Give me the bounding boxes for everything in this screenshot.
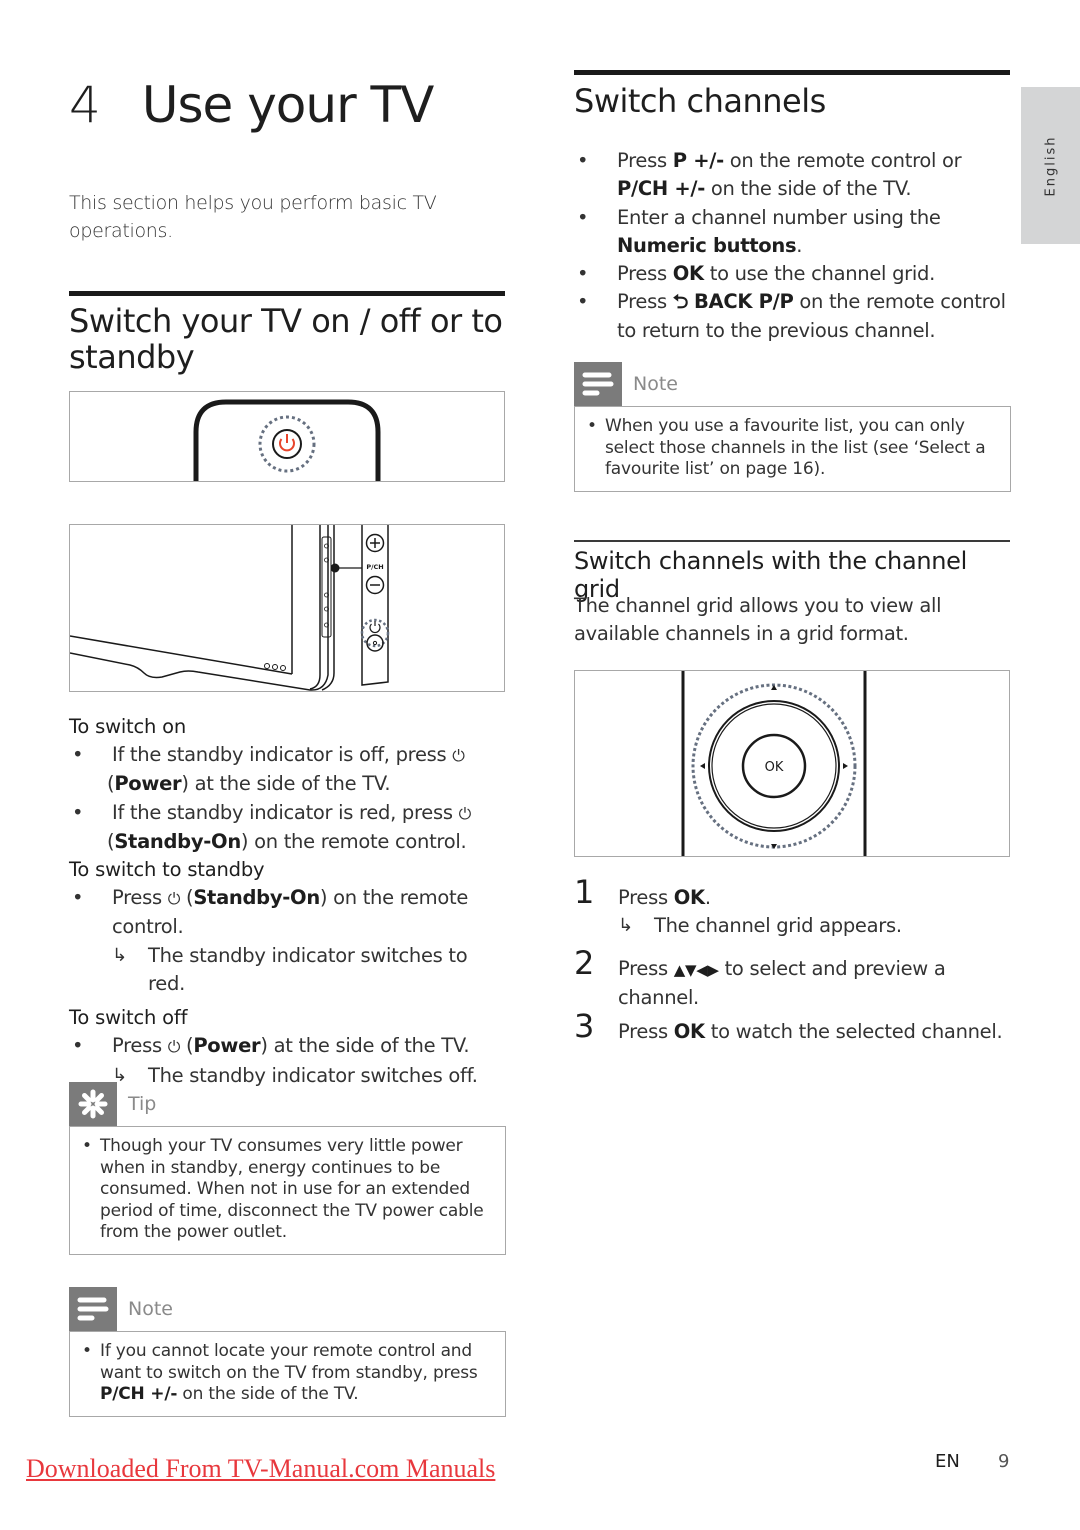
tip-box: • Though your TV consumes very little po… (69, 1126, 506, 1255)
list-item: • Press P +/- on the remote control or P… (577, 149, 962, 201)
remote-illustration (193, 399, 381, 481)
note-callout-channels: Note • When you use a favourite list, yo… (574, 362, 1011, 492)
grid-steps: 1 Press OK. ↳ The channel grid appears. … (574, 876, 1010, 1046)
switch-standby-title: To switch to standby (69, 858, 265, 882)
page-number: 9 (998, 1451, 1010, 1472)
note-item: • If you cannot locate your remote contr… (82, 1341, 478, 1404)
download-source-link[interactable]: Downloaded From TV-Manual.com Manuals (26, 1454, 495, 1484)
power-icon: ⏻ (167, 1037, 181, 1057)
channels-list: • Press P +/- on the remote control or P… (574, 147, 1010, 345)
navigation-pad-illustration: OK (681, 671, 867, 856)
tip-item: • Though your TV consumes very little po… (82, 1136, 484, 1242)
tv-illustration: P/CH (70, 525, 390, 691)
pch-label: P/CH (366, 563, 383, 571)
step-item: 1 Press OK. ↳ The channel grid appears. (574, 876, 1010, 941)
tip-label: Tip (128, 1093, 157, 1115)
page-language-code: EN (935, 1451, 960, 1472)
channels-section-heading: Switch channels (574, 82, 826, 120)
note-label: Note (633, 373, 678, 395)
section-rule (69, 291, 505, 296)
list-item: • Press ⮌ BACK P/P on the remote control… (577, 290, 1006, 342)
list-item: • Enter a channel number using the Numer… (577, 205, 941, 257)
power-icon (360, 618, 390, 652)
power-icon: ⏻ (167, 889, 181, 909)
power-icon: ⏻ (458, 803, 472, 823)
ok-label: OK (765, 760, 784, 775)
step-item: 2 Press ▲▼◀▶ to select and preview a cha… (574, 943, 946, 1009)
back-arrow-icon: ⮌ (672, 290, 689, 314)
step-number: 1 (574, 873, 595, 911)
note-lines-icon (574, 362, 622, 406)
left-arrow-icon (700, 763, 705, 769)
grid-section-intro: The channel grid allows you to view all … (574, 594, 942, 646)
result-arrow-icon: ↳ (112, 944, 127, 966)
note-label: Note (128, 1298, 173, 1320)
list-item: • If the standby indicator is red, press… (72, 800, 472, 853)
right-arrow-icon (843, 763, 848, 769)
note-box: • When you use a favourite list, you can… (574, 406, 1011, 492)
section-rule (574, 70, 1010, 75)
power-icon: ⏻ (452, 746, 465, 765)
list-item: • Press ⏻ (Standby-On) on the remote con… (69, 884, 505, 998)
ok-button-figure: OK (574, 670, 1010, 857)
remote-power-figure (69, 391, 505, 482)
note-box: • If you cannot locate your remote contr… (69, 1331, 506, 1417)
up-arrow-icon (771, 685, 777, 690)
arrow-keys-icon: ▲▼◀▶ (673, 960, 719, 979)
minus-icon (365, 575, 385, 595)
subsection-rule (574, 540, 1010, 542)
result-arrow-icon: ↳ (618, 915, 633, 937)
chapter-intro: This section helps you perform basic TV … (69, 192, 437, 242)
tip-callout: Tip • Though your TV consumes very littl… (69, 1082, 506, 1255)
result-line: ↳ The standby indicator switches to red. (112, 943, 468, 996)
list-item: • If the standby indicator is off, press… (72, 743, 465, 796)
step-item: 3 Press OK to watch the selected channel… (574, 1007, 1003, 1046)
asterisk-icon (69, 1082, 117, 1126)
step-number: 3 (574, 1007, 595, 1046)
language-label: English (1043, 135, 1058, 196)
step-number: 2 (574, 943, 595, 982)
note-lines-icon (69, 1287, 117, 1331)
chapter-number: 4 (69, 76, 101, 134)
plus-icon (365, 533, 385, 553)
language-tab: English (1021, 87, 1080, 244)
power-instructions: To switch on • If the standby indicator … (69, 713, 505, 1090)
chapter-title: Use your TV (141, 76, 434, 134)
power-section-heading: Switch your TV on / off or to standby (69, 302, 503, 376)
note-item: • When you use a favourite list, you can… (587, 416, 986, 479)
tv-side-controls-figure: P/CH (69, 524, 505, 692)
chapter-heading: 4 Use your TV (69, 76, 505, 134)
list-item: • Press OK to use the channel grid. (577, 262, 935, 286)
result-line: ↳ The channel grid appears. (618, 912, 1010, 940)
note-callout-power: Note • If you cannot locate your remote … (69, 1287, 506, 1417)
switch-on-title: To switch on (69, 715, 187, 738)
switch-off-title: To switch off (69, 1006, 188, 1030)
